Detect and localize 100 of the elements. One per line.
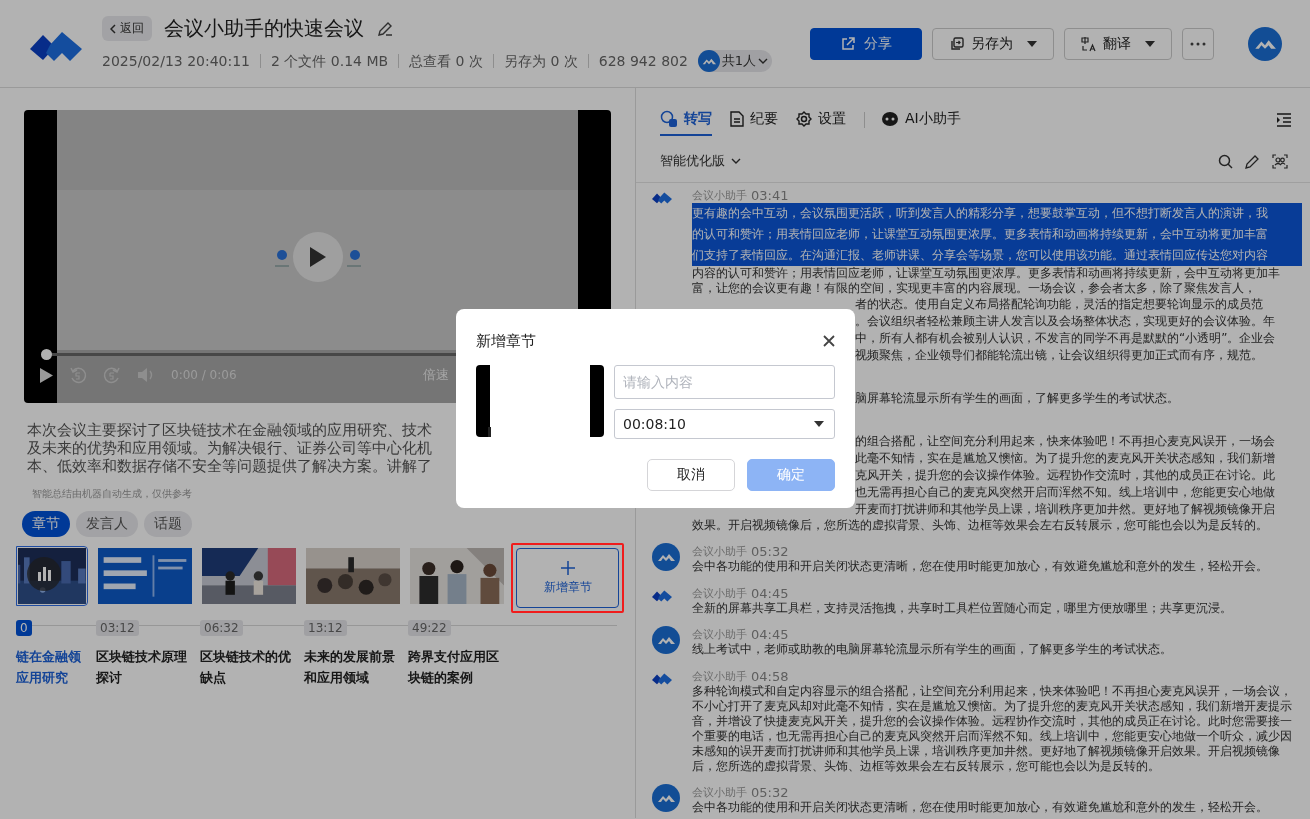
transcript-text: 。会议组织者轻松兼顾主讲人发言以及会场整体状态，实现更好的会议体验。年 [855,314,1275,328]
bars-icon [27,557,61,591]
search-icon[interactable] [1218,153,1233,169]
chapter-title[interactable]: 未来的发展前景 和应用领域 [304,646,395,688]
speaker-name: 会议小助手 [692,585,747,601]
close-icon [823,335,835,347]
menu-button[interactable]: 另存为 [932,27,1054,60]
chevron-down-icon [731,158,741,164]
logo-icon [652,671,672,685]
transcript-text: 们支持了表情回应。在沟通汇报、老师讲课、分享会等场景，您可以使用该功能。通过表情回应传达您对内容 [692,248,1268,262]
panel-tab[interactable]: 纪要 [730,110,778,136]
cancel-button[interactable]: 取消 [647,459,735,491]
plus-icon [560,560,575,575]
collapse-icon[interactable] [1276,113,1292,127]
transcript-text: 更有趣的会中互动，会议氛围更活跃，听到发言人的精彩分享，想要鼓掌互动，但不想打断发言人的演讲，我 [692,206,1268,220]
chevron-down-icon [758,58,769,64]
avatar-icon [697,50,720,72]
transcript-text: 脑屏幕轮流显示所有学生的画面，了解更多学生的考试状态。 [855,391,1179,405]
chapter-time: 03:12 [96,620,139,636]
transcript-text: 多种轮询模式和自定内容显示的组合搭配，让空间充分利用起来，快来体验吧！不再担心麦克风误开，一场会议，不小心打开了麦克风却对此毫不知情，实在是尴尬又懊恼。为了提升您的麦克风开关状态感知，我们新增开麦提示音，并增设了快捷麦克风开关，提升您的会议操作体验。远程协作交流时，其他的成员正在讨论。此时您需要接一个重要的电话，也无需再担心自己的麦克风突然开启而浑然不知。线上培训中，您能更安心地做一个听众，减少因未感知的误开麦而打扰讲师和其他学员上课，培训秩序更加井然。更好地了解视频镜像开启效果。开启视频镜像后，您所选的虚拟背景、头饰、边框等效果会左右反转展示，您可能也会以为是反转的。 [692,684,1293,774]
caret-icon [814,421,824,427]
transcript-text: 视频聚焦，企业领导们都能轮流出镜，让会议组织得更加正式而有序，规范。 [855,348,1263,362]
chapter-name-field[interactable]: 请输入内容 [614,365,835,399]
chapter-time: 49:22 [408,620,451,636]
transcript-text: 者的状态。使用自定义布局搭配轮询功能，灵活的指定想要轮询显示的成员范 [855,297,1263,311]
transcript-text: 全新的屏幕共享工具栏，支持灵活拖拽，共享时工具栏位置随心而定，哪里方便放哪里；共享更沉浸。 [692,601,1233,616]
more-icon [1190,41,1206,46]
document-icon [730,111,744,127]
ai-note: 智能总结由机器自动生成，仅供参考 [32,487,193,501]
logo-icon [652,588,672,602]
logo-icon [652,190,672,204]
settings-icon [796,111,812,127]
chapter-title[interactable]: 区块链技术原理 探讨 [96,646,187,688]
speaker-name: 会议小助手 [692,543,747,559]
chapter-tab[interactable]: 发言人 [76,511,138,537]
meta-info: 总查看 0 次 [398,54,493,68]
timestamp[interactable]: 03:41 [751,187,789,203]
back-button[interactable]: 返回 [102,16,152,41]
edit-icon[interactable] [1245,153,1260,169]
share-icon [840,35,856,52]
panel-tab[interactable]: 设置 [796,110,846,136]
meta-info: 2 个文件 0.14 MB [260,54,399,68]
summary-text: 及未来的优势和应用领域。为解决银行、证券公司等中心化机 [27,439,433,457]
chapter-time: 0 [16,620,32,636]
chapter-thumbnail[interactable] [16,546,88,606]
transcript-text: 开麦而打扰讲师和其他学员上课，培训秩序更加井然。更好地了解视频镜像开启 [855,502,1275,516]
panel-tab[interactable]: AI小助手 [881,110,961,136]
meta-info: 628 942 802 [587,54,698,68]
transcript-text: 的组合搭配，让空间充分利用起来，快来体验吧！不再担心麦克风误开，一场会 [855,434,1275,448]
timestamp[interactable]: 04:45 [751,626,789,642]
speaker-name: 会议小助手 [692,187,747,203]
add-chapter-button[interactable]: 新增章节 [516,548,619,608]
transcript-text: 也无需再担心自己的麦克风突然开启而浑然不知。线上培训中，您能更安心地做 [855,485,1275,499]
speaker-name: 会议小助手 [692,668,747,684]
transcript-text: 会中各功能的使用和开启关闭状态更清晰，您在使用时能更加放心，有效避免尴尬和意外的发生，轻松开会。 [692,800,1269,815]
translate-icon [1081,35,1097,52]
transcript-text: 会中各功能的使用和开启关闭状态更清晰，您在使用时能更加放心，有效避免尴尬和意外的发生，轻松开会。 [692,559,1269,574]
chapter-title[interactable]: 区块链技术的优 缺点 [200,646,291,688]
share-button[interactable]: 分享 [810,27,922,60]
avatar-icon [652,626,680,654]
speaker-name: 会议小助手 [692,626,747,642]
timestamp[interactable]: 04:45 [751,585,789,601]
time-select[interactable]: 00:08:10 [614,409,835,439]
timestamp[interactable]: 04:58 [751,668,789,684]
version-dropdown[interactable]: 智能优化版 [660,152,741,170]
play-icon[interactable] [40,367,53,383]
meta-info: 另存为 0 次 [492,54,588,68]
transcript-text: 中，所有人都有机会被别人认识，不发言的同学不再是默默的“小透明”。企业会 [855,331,1276,345]
speaker-name: 会议小助手 [692,784,747,800]
members-button[interactable]: 共1人 [697,50,773,72]
transcript-text: 效果。开启视频镜像后，您所选的虚拟背景、头饰、边框等效果会左右反转展示，您可能也会以为是反转的。 [692,518,1268,532]
timestamp[interactable]: 05:32 [751,543,789,559]
caret-icon [1145,40,1155,47]
transcript-text: 的认可和赞许；用表情回应老师，让课堂互动氛围更浓厚。更多表情和动画将持续更新，会中互动将更加丰富 [692,227,1268,241]
menu-button[interactable]: 翻译 [1064,27,1172,60]
progress-thumb[interactable] [41,349,52,360]
transcript-text: 此毫不知情，实在是尴尬又懊恼。为了提升您的麦克风开关状态感知，我们新增 [855,451,1275,465]
caret-icon [1027,40,1037,47]
chapter-title[interactable]: 跨界支付应用区 块链的案例 [408,646,499,688]
avatar-icon [652,784,680,812]
chapter-tab[interactable]: 话题 [144,511,192,537]
transcript-text: 线上考试中，老师或助教的电脑屏幕轮流显示所有学生的画面，了解更多学生的考试状态。 [692,642,1173,657]
chapter-time: 13:12 [304,620,347,636]
close-button[interactable] [823,335,835,347]
chevron-left-icon [110,23,116,34]
chapter-time: 06:32 [200,620,243,636]
transcript-text: 内容的认可和赞许；用表情回应老师，让课堂互动氛围更浓厚。更多表情和动画将持续更新，会中互动将更加丰 [692,266,1280,280]
summary-text: 本次会议主要探讨了区块链技术在金融领域的应用研究、技术 [27,421,433,439]
people-scan-icon[interactable] [1272,153,1288,169]
robot-icon [881,111,899,127]
panel-tab[interactable]: 转写 [660,110,712,136]
transcript-text: 富，让您的会议更有趣！有限的空间，实现更丰富的内容展现。一场会议，参会者太多，除了聚焦发言人， [692,281,1256,295]
transcribe-icon [660,110,678,128]
chapter-title[interactable]: 链在金融领 应用研究 [16,646,81,688]
timestamp[interactable]: 05:32 [751,784,789,800]
avatar-icon [1248,26,1282,61]
transcript-text: 克风开关，提升您的会议操作体验。远程协作交流时，其他的成员正在讨论。此 [855,468,1275,482]
summary-text: 本、低效率和数据存储不安全等问题提供了解决方案。讲解了 [27,457,433,475]
copy-icon [949,35,965,52]
chapter-tab[interactable]: 章节 [22,511,70,537]
